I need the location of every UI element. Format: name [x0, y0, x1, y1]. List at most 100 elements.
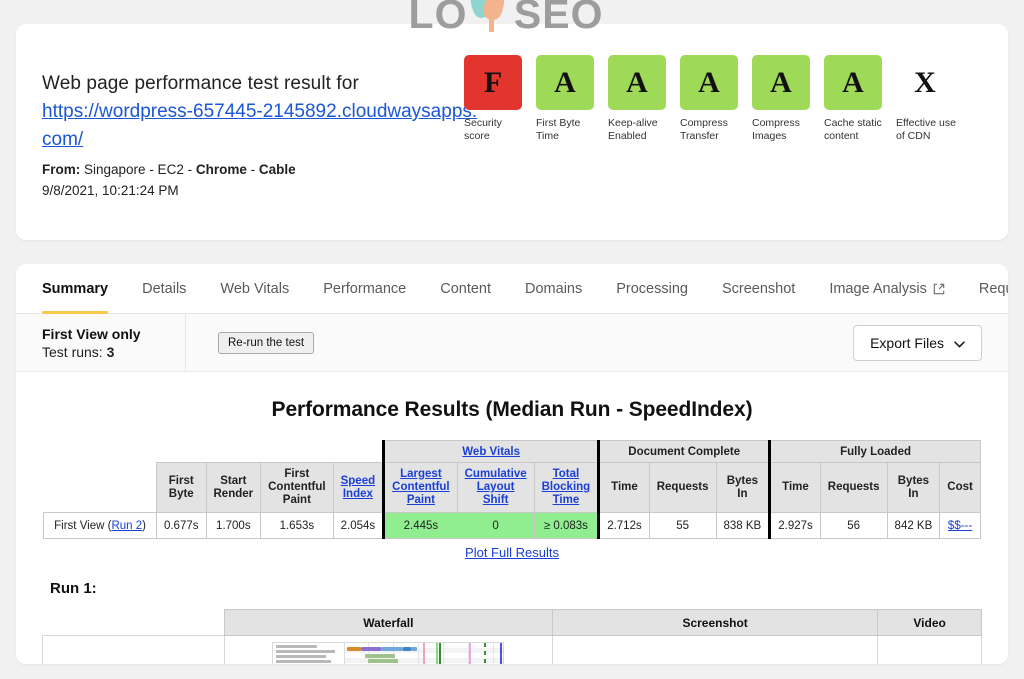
- tab-request-map[interactable]: Request Map: [979, 264, 1008, 314]
- col-header-label: Time: [611, 481, 638, 493]
- grade-badge-2: A Keep-alive Enabled: [608, 55, 680, 142]
- row-run-link[interactable]: Run 2: [111, 520, 142, 532]
- logo-stem-icon: [489, 10, 494, 32]
- col-header-cumulative-layout-shift-5[interactable]: Cumulative Layout Shift: [457, 463, 534, 513]
- col-header-time-7: Time: [599, 463, 650, 513]
- cell-fl-time: 2.927s: [770, 513, 821, 539]
- from-location: Singapore - EC2: [84, 162, 184, 177]
- cell-dc-time: 2.712s: [599, 513, 650, 539]
- rerun-test-button[interactable]: Re-run the test: [218, 332, 314, 354]
- cell-fl-bytes-in: 842 KB: [887, 513, 940, 539]
- col-header-cost-13: Cost: [940, 463, 981, 513]
- chevron-down-icon: [954, 335, 965, 351]
- cost-link[interactable]: $$---: [948, 520, 972, 532]
- logo-text-right: SEO: [514, 0, 604, 37]
- col-header-spacer: [44, 463, 157, 513]
- tab-web-vitals[interactable]: Web Vitals: [220, 264, 289, 314]
- tab-performance[interactable]: Performance: [323, 264, 406, 314]
- col-header-label: Requests: [828, 481, 880, 493]
- col-header-first-byte-0: First Byte: [156, 463, 206, 513]
- table-row: First View (Run 2) 0.677s 1.700s 1.653s …: [44, 513, 981, 539]
- tab-image-analysis[interactable]: Image Analysis: [829, 264, 945, 314]
- col-header-label: Bytes In: [898, 475, 929, 500]
- grade-letter-4: A: [752, 55, 810, 110]
- run-cell-video[interactable]: [878, 636, 982, 665]
- test-origin-line: From: Singapore - EC2 - Chrome - Cable: [42, 160, 296, 179]
- results-card: Summary Details Web Vitals Performance Conte…: [16, 264, 1008, 664]
- col-header-label: Start Render: [214, 475, 254, 500]
- cell-total-blocking-time: ≥ 0.083s: [534, 513, 599, 539]
- col-header-label: Total Blocking Time: [542, 468, 591, 506]
- group-spacer: [44, 441, 157, 463]
- tested-url-link[interactable]: https://wordpress-657445-2145892.cloudwa…: [42, 98, 482, 154]
- export-files-button[interactable]: Export Files: [853, 325, 982, 361]
- view-mode-block: First View only Test runs: 3: [16, 314, 186, 372]
- col-header-requests-11: Requests: [820, 463, 887, 513]
- grade-caption-5: Cache static content: [824, 117, 890, 142]
- tab-label: Image Analysis: [829, 281, 927, 297]
- grade-caption-3: Compress Transfer: [680, 117, 746, 142]
- col-header-label: Bytes In: [727, 475, 758, 500]
- cell-cumulative-layout-shift: 0: [457, 513, 534, 539]
- col-header-total-blocking-time-6[interactable]: Total Blocking Time: [534, 463, 599, 513]
- page-root: Web page performance test result for htt…: [0, 0, 1024, 679]
- col-header-speed-index-3[interactable]: Speed Index: [333, 463, 384, 513]
- tab-details[interactable]: Details: [142, 264, 186, 314]
- waterfall-thumbnail[interactable]: [272, 642, 504, 664]
- logo-text-left: LO: [409, 0, 468, 37]
- test-runs-value: 3: [107, 344, 115, 360]
- cell-first-byte: 0.677s: [156, 513, 206, 539]
- grade-badge-6: X Effective use of CDN: [896, 55, 968, 142]
- run-col-waterfall: Waterfall: [224, 610, 552, 636]
- cell-cost: $$---: [940, 513, 981, 539]
- run-heading: Run 1:: [50, 580, 1008, 597]
- group-web-vitals-link[interactable]: Web Vitals: [462, 446, 520, 458]
- logo-leaf-peach-icon: [481, 0, 508, 21]
- tab-label: Details: [142, 281, 186, 297]
- tab-content[interactable]: Content: [440, 264, 491, 314]
- test-date: 9/8/2021, 10:21:24 PM: [42, 181, 179, 200]
- page-title: Web page performance test result for: [42, 70, 359, 98]
- tab-label: Content: [440, 281, 491, 297]
- col-header-largest-contentful-paint-4[interactable]: Largest Contentful Paint: [384, 463, 457, 513]
- grade-badge-4: A Compress Images: [752, 55, 824, 142]
- toolbar-actions: Re-run the test: [186, 332, 853, 354]
- col-header-label: Cumulative Layout Shift: [465, 468, 527, 506]
- col-header-bytes-in-9: Bytes In: [716, 463, 770, 513]
- col-header-label: Speed Index: [341, 475, 376, 500]
- grade-caption-4: Compress Images: [752, 117, 818, 142]
- tab-label: Request Map: [979, 281, 1008, 297]
- from-label: From:: [42, 162, 80, 177]
- table-column-header-row: First Byte Start Render First Contentful Paint…: [44, 463, 981, 513]
- grade-caption-1: First Byte Time: [536, 117, 602, 142]
- grade-letter-5: A: [824, 55, 882, 110]
- tab-screenshot[interactable]: Screenshot: [722, 264, 795, 314]
- row-label-cell: First View (Run 2): [44, 513, 157, 539]
- grade-letter-0: F: [464, 55, 522, 110]
- col-header-requests-8: Requests: [649, 463, 716, 513]
- group-document-complete: Document Complete: [599, 441, 770, 463]
- tab-summary[interactable]: Summary: [42, 264, 108, 314]
- cell-fl-requests: 56: [820, 513, 887, 539]
- tab-domains[interactable]: Domains: [525, 264, 582, 314]
- col-header-bytes-in-12: Bytes In: [887, 463, 940, 513]
- run-col-screenshot: Screenshot: [552, 610, 877, 636]
- run-cell-screenshot[interactable]: [552, 636, 877, 665]
- cell-dc-requests: 55: [649, 513, 716, 539]
- grade-badge-5: A Cache static content: [824, 55, 896, 142]
- col-header-start-render-1: Start Render: [206, 463, 261, 513]
- col-header-first-contentful-paint-2: First Contentful Paint: [261, 463, 333, 513]
- col-header-label: Cost: [947, 481, 973, 493]
- from-browser: Chrome: [196, 162, 247, 177]
- run-cell-waterfall[interactable]: [224, 636, 552, 665]
- tab-label: Performance: [323, 281, 406, 297]
- tab-label: Screenshot: [722, 281, 795, 297]
- run-col-video: Video: [878, 610, 982, 636]
- grade-caption-6: Effective use of CDN: [896, 117, 962, 142]
- grade-letter-3: A: [680, 55, 738, 110]
- row-label-prefix: First View (: [54, 520, 111, 532]
- tab-processing[interactable]: Processing: [616, 264, 688, 314]
- plot-full-results-link[interactable]: Plot Full Results: [465, 545, 559, 560]
- run-cell-label: [43, 636, 225, 665]
- test-runs-label: Test runs:: [42, 344, 103, 360]
